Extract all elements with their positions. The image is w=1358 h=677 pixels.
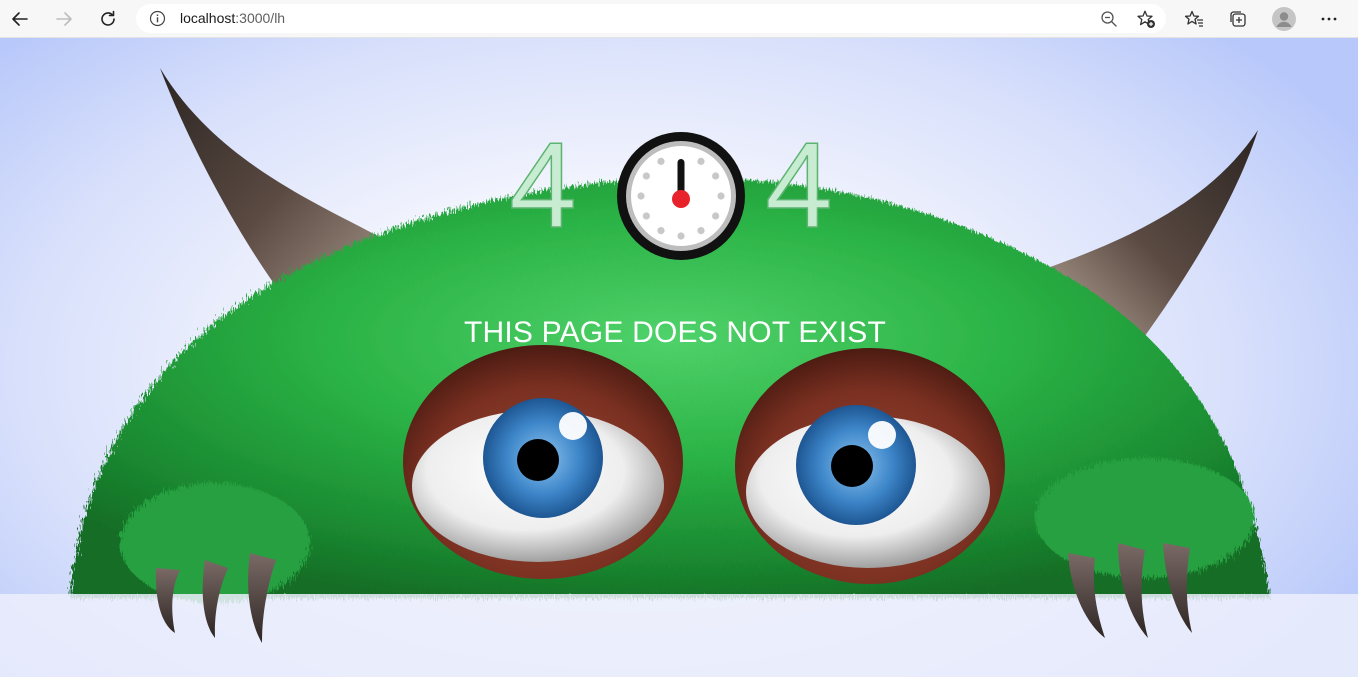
site-info-icon[interactable] [149,10,166,27]
clock-tick [677,232,685,240]
right-paw [1035,458,1255,578]
favorites-button[interactable] [1179,4,1209,34]
clock-tick [642,172,650,180]
clock-tick [712,212,720,220]
clock-tick [637,192,645,200]
zoom-out-icon[interactable] [1100,10,1118,28]
address-bar[interactable]: localhost:3000/lh [136,4,1166,33]
favorites-icon [1184,10,1203,27]
page-viewport: 4 4 THIS PAGE DOES NOT EXIST [0,38,1358,677]
clock-tick [712,172,720,180]
profile-avatar-icon [1272,7,1296,31]
back-arrow-icon [12,12,28,26]
refresh-button[interactable] [93,4,123,34]
add-favorite-icon[interactable] [1136,9,1156,29]
left-eye [403,345,683,579]
refresh-icon [101,10,115,26]
ledge [0,594,1358,677]
browser-toolbar: localhost:3000/lh [0,0,1358,38]
more-menu-icon [1321,17,1337,21]
url-path: :3000/lh [235,10,286,26]
clock-zero [614,129,748,263]
collections-icon [1230,11,1246,27]
clock-tick [697,227,705,235]
more-menu-button[interactable] [1314,4,1344,34]
back-button[interactable] [5,4,35,34]
right-eye [735,348,1005,584]
profile-button[interactable] [1269,4,1299,34]
clock-tick [717,192,725,200]
url-host: localhost [180,10,236,26]
clock-tick [657,157,665,165]
error-message: THIS PAGE DOES NOT EXIST [463,316,887,349]
url-text[interactable]: localhost:3000/lh [180,10,285,26]
clock-tick [642,212,650,220]
clock-icon [617,132,745,260]
forward-button[interactable] [49,4,79,34]
collections-button[interactable] [1223,4,1253,34]
clock-tick [697,157,705,165]
forward-arrow-icon [56,12,72,26]
clock-tick [657,227,665,235]
